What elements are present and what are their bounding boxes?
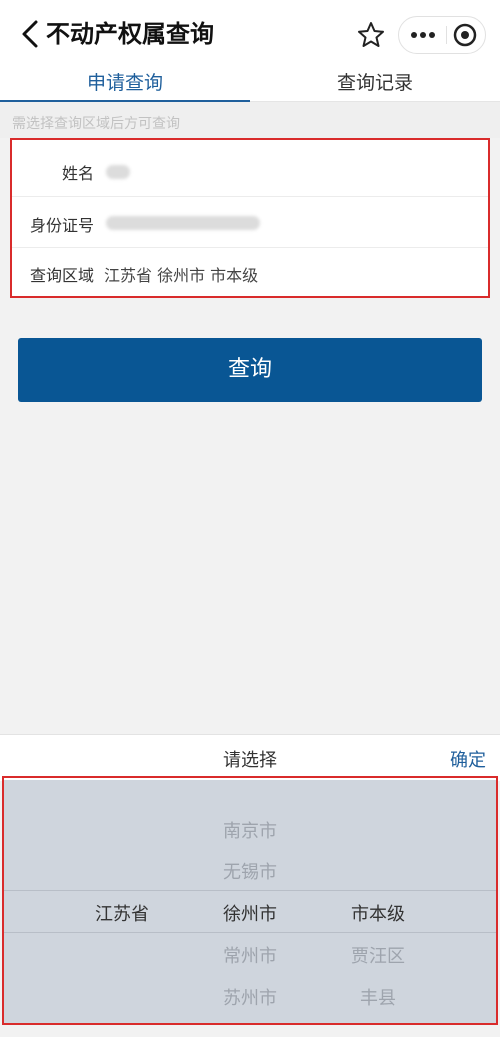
tab-query-records[interactable]: 查询记录 — [250, 64, 500, 102]
target-close-icon[interactable] — [448, 16, 484, 54]
capsule-divider — [446, 26, 447, 44]
more-dots-icon[interactable] — [400, 16, 446, 54]
star-icon[interactable] — [356, 20, 386, 50]
page-title: 不动产权属查询 — [46, 20, 214, 48]
hint-text: 需选择查询区域后方可查询 — [12, 116, 180, 132]
picker-confirm-button[interactable]: 确定 — [450, 746, 486, 772]
form-highlight-box — [10, 138, 490, 298]
back-arrow-icon[interactable] — [16, 16, 44, 52]
picker-title: 请选择 — [223, 750, 277, 771]
query-button[interactable]: 查询 — [18, 338, 482, 402]
tab-apply-query[interactable]: 申请查询 — [0, 64, 250, 102]
picker-highlight-box — [2, 776, 498, 1025]
